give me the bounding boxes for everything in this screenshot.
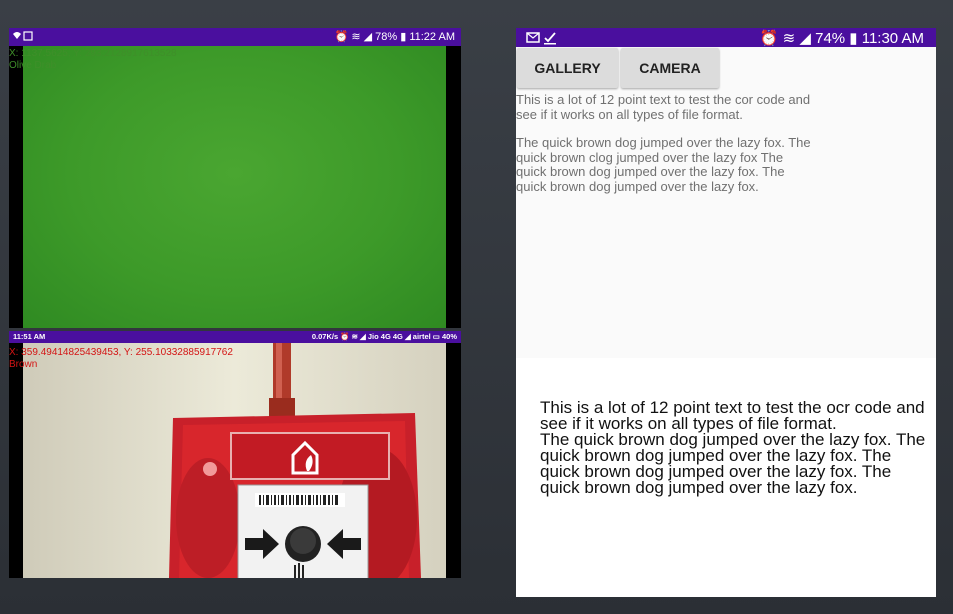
image-preview: This is a lot of 12 point text to test t…: [516, 358, 936, 597]
mail-check-icon: [526, 32, 556, 45]
status-time: 11:51 AM: [13, 332, 46, 341]
coords-label: X: 1137.5625, Y: 293.2128917613528: [9, 48, 177, 59]
gallery-button[interactable]: GALLERY: [517, 48, 618, 88]
status-right: ⏰ ≋ ◢ 74% ▮ 11:30 AM: [759, 30, 924, 47]
camera-view: [23, 46, 446, 328]
coords-label: X: 359.49414825439453, Y: 255.1033288591…: [9, 347, 233, 358]
status-bar: ⏰ ≋ ◢ 78% ▮ 11:22 AM: [9, 28, 461, 46]
status-icons-left: [526, 29, 562, 48]
ocr-paragraph: This is a lot of 12 point text to test t…: [516, 92, 811, 122]
preview-paragraph: This is a lot of 12 point text to test t…: [540, 398, 925, 433]
wifi-sim-icon: [13, 31, 33, 41]
ocr-paragraph: The quick brown dog jumped over the lazy…: [516, 135, 811, 194]
screenshot-green: ⏰ ≋ ◢ 78% ▮ 11:22 AM X: 1137.5625, Y: 29…: [9, 28, 461, 328]
status-bar: ⏰ ≋ ◢ 74% ▮ 11:30 AM: [516, 28, 936, 47]
fire-alarm-photo: [23, 343, 446, 578]
status-right: 0.07K/s ⏰ ≋ ◢ Jio 4G 4G ◢ airtel ▭ 40%: [311, 332, 457, 341]
color-name-label: Brown: [9, 359, 38, 370]
overlay: X: 1137.5625, Y: 293.2128917613528 Olive…: [9, 48, 177, 72]
color-name-label: Olive Drab: [9, 60, 57, 71]
status-bar: 11:51 AM 0.07K/s ⏰ ≋ ◢ Jio 4G 4G ◢ airte…: [9, 331, 461, 343]
screenshot-alarm: 11:51 AM 0.07K/s ⏰ ≋ ◢ Jio 4G 4G ◢ airte…: [9, 331, 461, 578]
ocr-app-screen: ⏰ ≋ ◢ 74% ▮ 11:30 AM GALLERY CAMERA This…: [516, 28, 936, 597]
preview-document: This is a lot of 12 point text to test t…: [540, 398, 932, 497]
camera-button[interactable]: CAMERA: [621, 48, 719, 88]
overlay: X: 359.49414825439453, Y: 255.1033288591…: [9, 347, 233, 371]
status-right: ⏰ ≋ ◢ 78% ▮ 11:22 AM: [334, 31, 455, 43]
camera-view: [23, 343, 446, 578]
status-icons-left: [12, 30, 34, 45]
ocr-result-text: This is a lot of 12 point text to test t…: [516, 92, 816, 209]
preview-paragraph: The quick brown dog jumped over the lazy…: [540, 430, 926, 497]
